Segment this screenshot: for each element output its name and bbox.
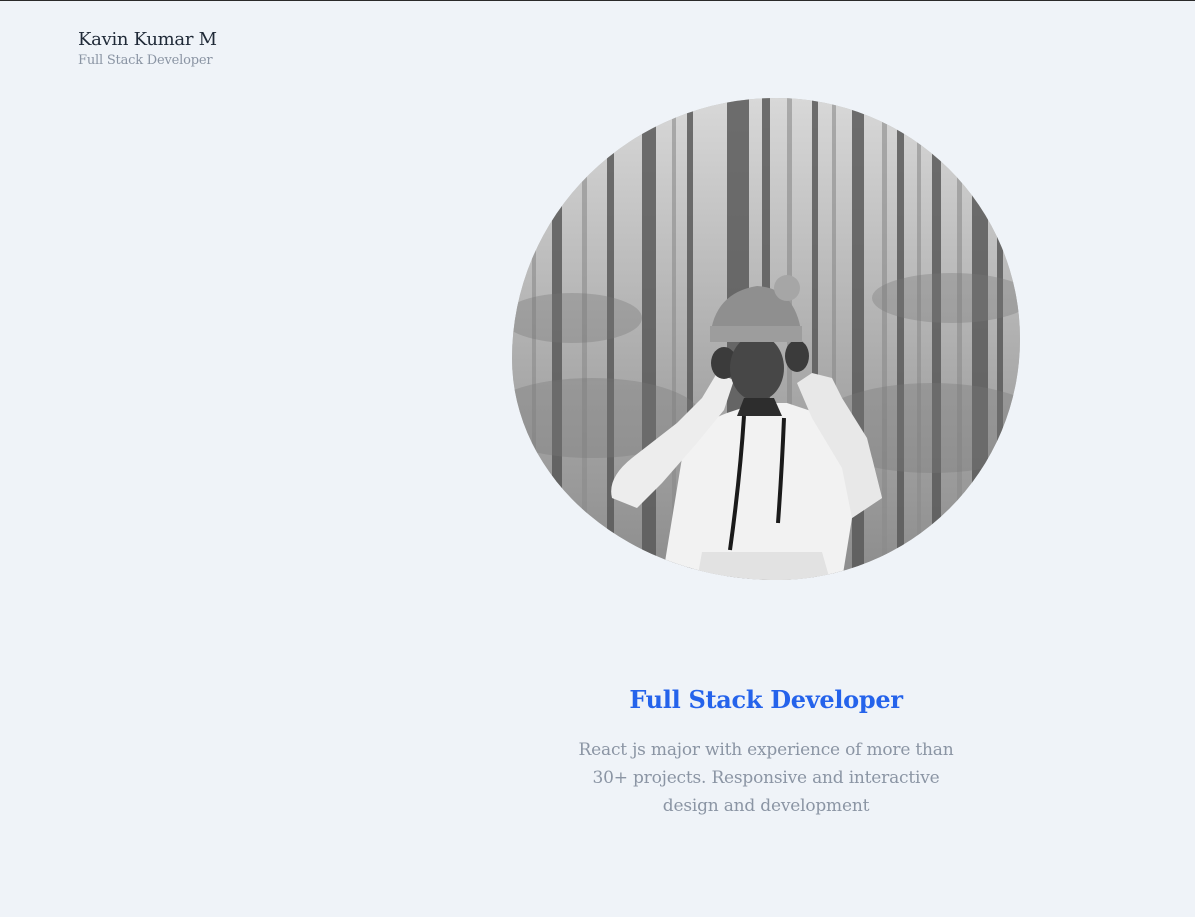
profile-photo-icon [512,98,1020,580]
hero-description: React js major with experience of more t… [578,740,954,816]
hero-title: Full Stack Developer [629,685,903,714]
brand-role: Full Stack Developer [78,53,213,68]
profile-photo [512,98,1020,580]
brand[interactable]: Kavin Kumar M Full Stack Developer [78,29,217,68]
brand-name[interactable]: Kavin Kumar M [78,29,217,51]
hero-section: Full Stack Developer React js major with… [566,685,966,820]
